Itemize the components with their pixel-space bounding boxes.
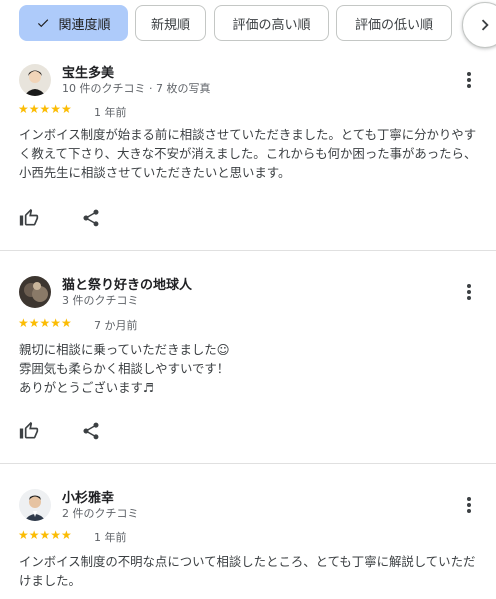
more-options-button[interactable] — [462, 69, 476, 91]
thumbs-up-icon — [19, 421, 39, 439]
review-author[interactable]: 猫と祭り好きの地球人 — [62, 274, 192, 293]
more-icon-dot — [467, 290, 471, 294]
more-options-button[interactable] — [462, 281, 476, 303]
share-button[interactable] — [80, 420, 102, 442]
review-meta: 3 件のクチコミ — [62, 294, 139, 307]
chevron-right-icon — [481, 19, 489, 31]
share-icon — [83, 209, 99, 227]
share-icon — [83, 422, 99, 440]
thumbs-up-icon — [19, 208, 39, 226]
chip-label: 評価の低い順 — [354, 17, 433, 33]
chip-label: 評価の高い順 — [232, 17, 311, 33]
chip-newest[interactable]: 新規順 — [135, 5, 206, 41]
review-age: 1 年前 — [94, 531, 127, 544]
more-options-button[interactable] — [462, 494, 476, 516]
chip-label: 関連度順 — [58, 17, 111, 33]
review-text: 親切に相談に乗っていただきました☺ 雰囲気も柔らかく相談しやすいです！ ありがと… — [19, 342, 230, 395]
share-button[interactable] — [80, 207, 102, 229]
chip-label: 新規順 — [150, 17, 190, 33]
more-icon-dot — [467, 284, 471, 288]
more-icon-dot — [467, 84, 471, 88]
scroll-next-button[interactable] — [462, 2, 496, 48]
avatar[interactable] — [19, 489, 51, 521]
review-meta: 10 件のクチコミ · 7 枚の写真 — [62, 82, 211, 95]
star-rating: ★★★★★ — [18, 528, 72, 542]
more-icon-dot — [467, 497, 471, 501]
check-icon — [38, 19, 49, 28]
review-text: インボイス制度の不明な点について相談したところ、とても丁寧に解説していただけまし… — [19, 554, 476, 588]
review-author[interactable]: 宝生多美 — [62, 62, 114, 81]
chip-highest-rating[interactable]: 評価の高い順 — [214, 5, 329, 41]
more-icon-dot — [467, 296, 471, 300]
review-author[interactable]: 小杉雅幸 — [62, 487, 114, 506]
review-age: 1 年前 — [94, 106, 127, 119]
star-rating: ★★★★★ — [18, 316, 72, 330]
more-icon-dot — [467, 503, 471, 507]
review-meta: 2 件のクチコミ — [62, 507, 139, 520]
more-icon-dot — [467, 78, 471, 82]
more-icon-dot — [467, 509, 471, 513]
divider — [0, 463, 496, 464]
like-button[interactable] — [18, 207, 40, 229]
divider — [0, 250, 496, 251]
chip-relevance[interactable]: 関連度順 — [19, 5, 128, 41]
sort-chip-bar: 関連度順 新規順 評価の高い順 評価の低い順 — [19, 2, 496, 48]
like-button[interactable] — [18, 420, 40, 442]
chip-lowest-rating[interactable]: 評価の低い順 — [336, 5, 452, 41]
more-icon-dot — [467, 72, 471, 76]
review-age: 7 か月前 — [94, 319, 138, 332]
avatar[interactable] — [19, 276, 51, 308]
avatar[interactable] — [19, 64, 51, 96]
review-text: インボイス制度が始まる前に相談させていただきました。とても丁寧に分かりやすく教え… — [19, 127, 477, 180]
star-rating: ★★★★★ — [18, 102, 72, 116]
